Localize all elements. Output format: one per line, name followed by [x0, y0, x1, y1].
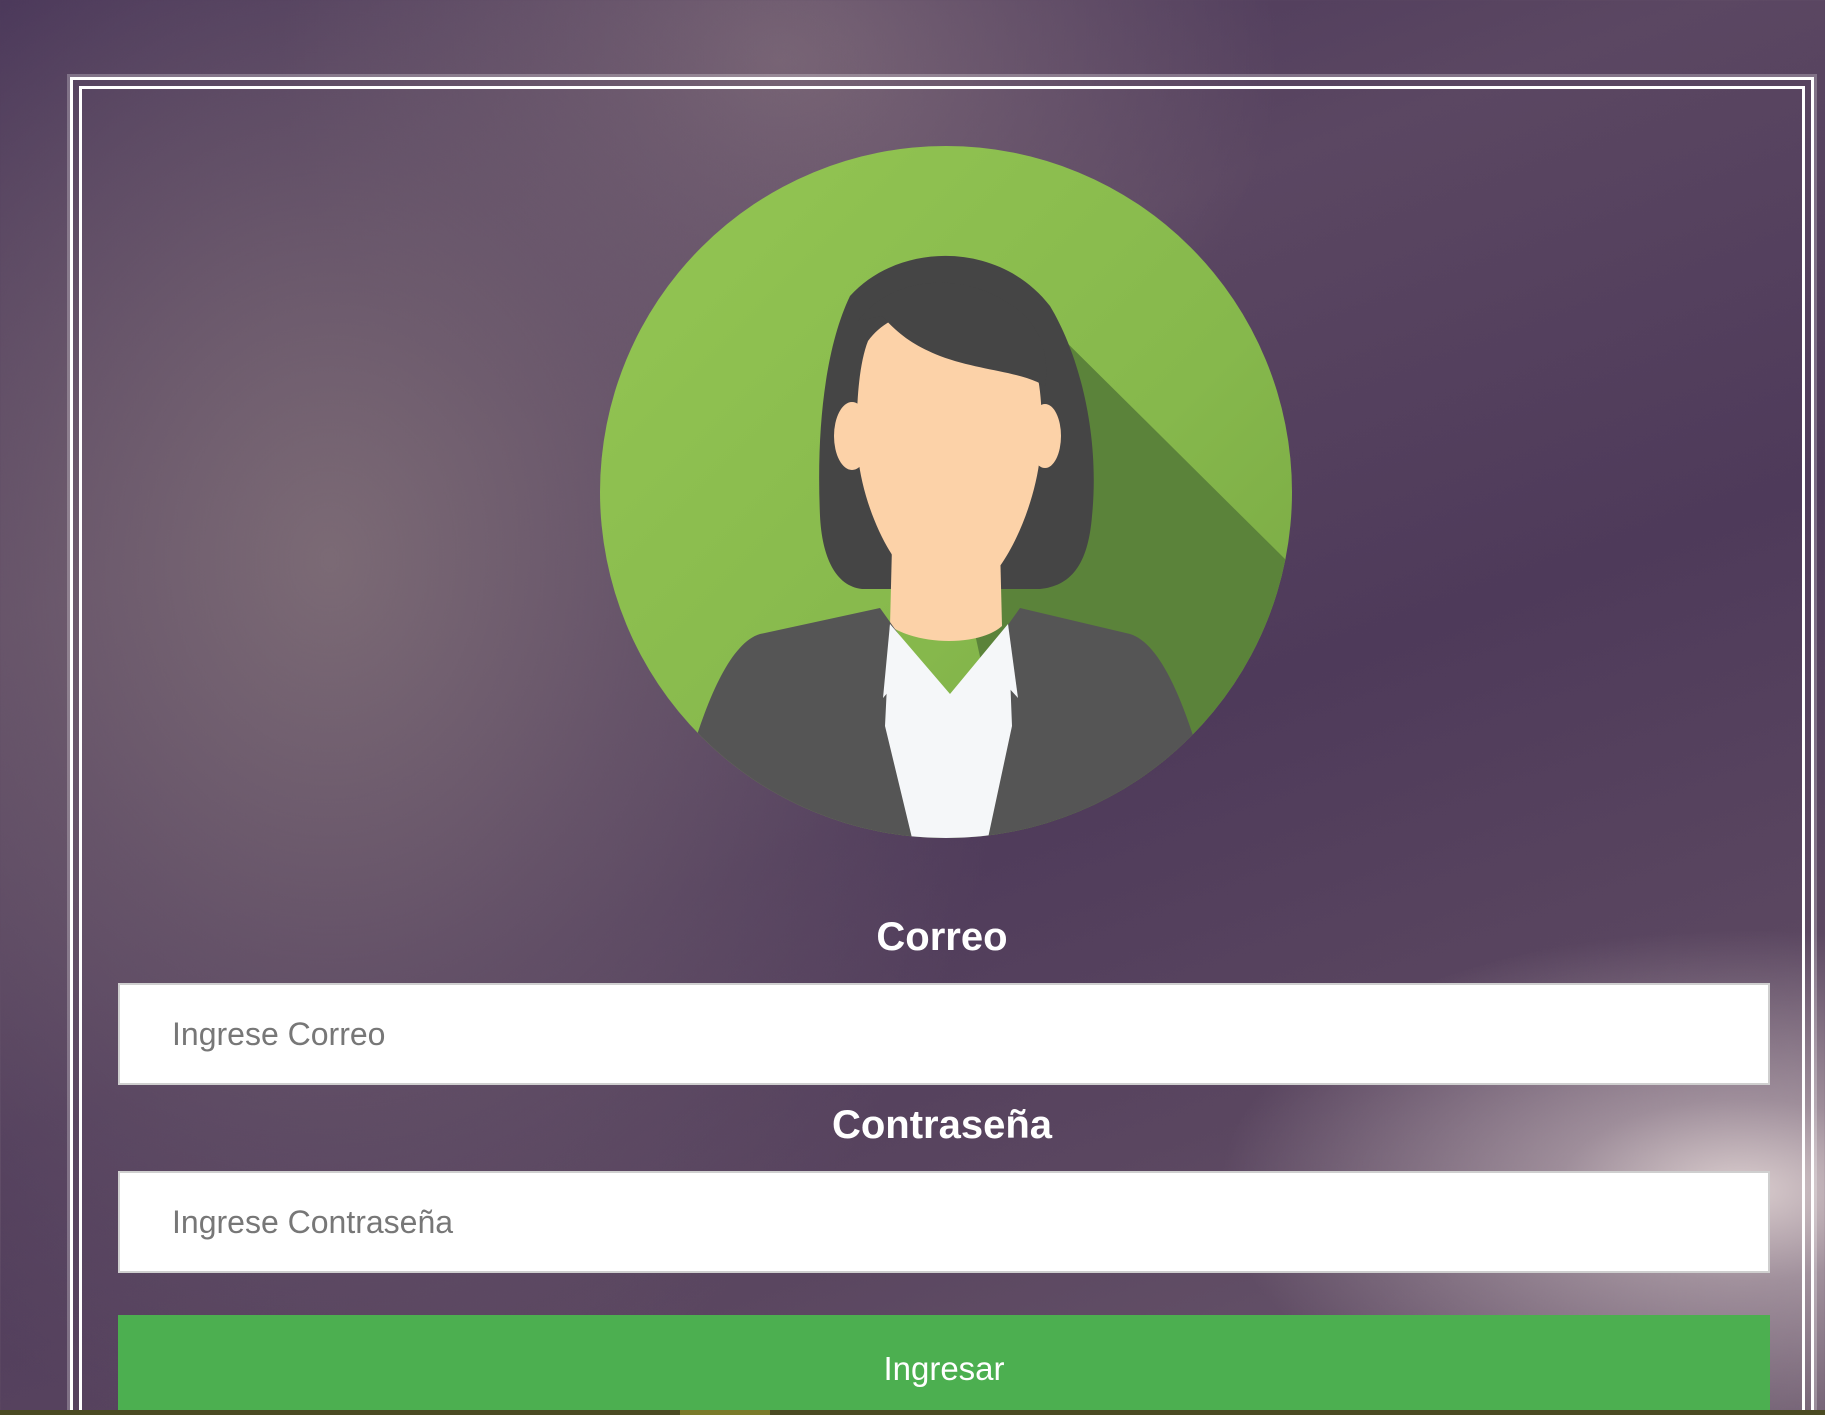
- bottom-strip-highlight: [680, 1410, 770, 1415]
- bottom-strip: [0, 1410, 1825, 1415]
- login-card: Correo Contraseña Ingresar: [70, 77, 1814, 1415]
- email-label: Correo: [876, 915, 1008, 959]
- password-label: Contraseña: [831, 1103, 1053, 1147]
- user-avatar-icon: [600, 146, 1292, 838]
- login-submit-button[interactable]: Ingresar: [118, 1315, 1770, 1415]
- email-input[interactable]: [118, 983, 1770, 1085]
- password-input[interactable]: [118, 1171, 1770, 1273]
